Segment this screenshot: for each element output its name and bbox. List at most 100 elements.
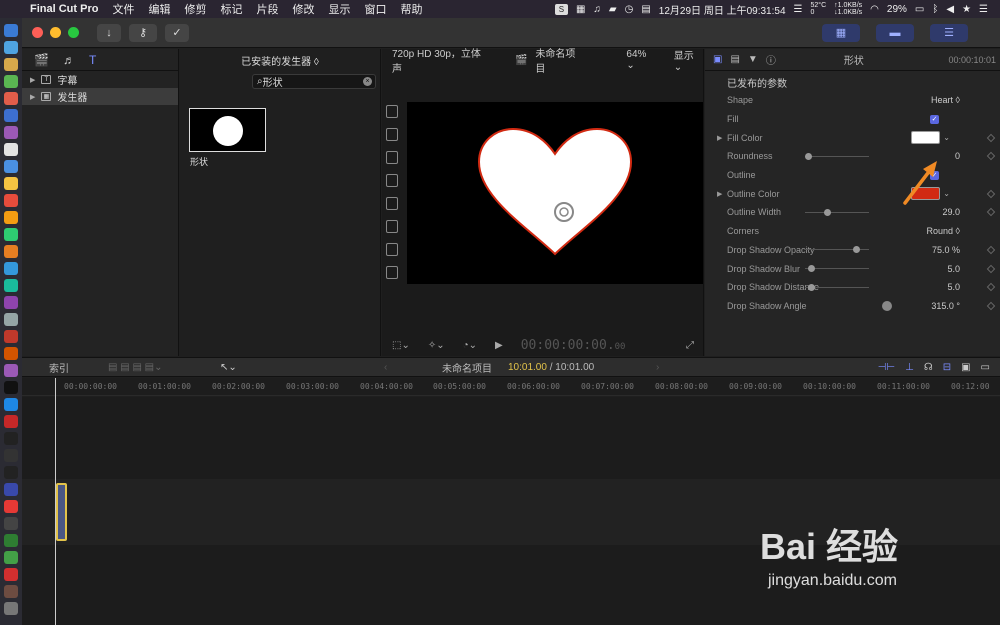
shadow-blur-slider[interactable] [805, 265, 869, 273]
dock-app-icon[interactable] [4, 415, 18, 428]
menu-view[interactable]: 显示 [328, 1, 350, 17]
select-tool-icon[interactable]: ↖⌄ [220, 362, 237, 373]
dock-app-icon[interactable] [4, 466, 18, 479]
dock-app-icon[interactable] [4, 143, 18, 156]
forward-icon[interactable]: › [656, 362, 659, 373]
keyframe-icon[interactable] [986, 152, 996, 161]
viewer-canvas[interactable] [407, 102, 703, 284]
calendar-icon[interactable]: ▤ [641, 4, 650, 15]
dock-notes-icon[interactable] [4, 177, 18, 190]
search-field[interactable]: ⌕ 形状 × [252, 74, 376, 89]
back-icon[interactable]: ‹ [384, 362, 387, 373]
enhance-menu-icon[interactable]: ✧⌄ [428, 340, 445, 351]
browser-title[interactable]: 已安装的发生器 ◊ [180, 49, 380, 71]
dock-app-icon[interactable] [4, 517, 18, 530]
dock-app-icon[interactable] [4, 568, 18, 581]
slider-knob[interactable] [805, 152, 812, 160]
disclosure-triangle-icon[interactable]: ▶ [30, 76, 35, 84]
menu-help[interactable]: 帮助 [400, 1, 422, 17]
keywords-button[interactable]: ⚷ [129, 23, 157, 42]
search-input[interactable]: 形状 [263, 74, 283, 89]
menu-edit[interactable]: 编辑 [148, 1, 170, 17]
roundness-slider[interactable] [805, 152, 869, 160]
zoom-menu[interactable]: 64% ⌄ [626, 49, 655, 71]
generator-inspector-icon[interactable]: ▣ [713, 54, 722, 65]
battery-icon[interactable]: ▭ [915, 4, 924, 15]
dock-app-icon[interactable] [4, 313, 18, 326]
clip-appearance-icon[interactable]: ▣ [961, 362, 970, 373]
music-photos-icon[interactable]: ♬ [63, 53, 75, 67]
status-grid-icon[interactable]: ▦ [576, 4, 585, 15]
dock-app-icon[interactable] [4, 211, 18, 224]
disclosure-triangle-icon[interactable]: ▶ [717, 134, 722, 142]
angle-dial[interactable] [882, 300, 892, 311]
skimming-icon[interactable]: ⊣⊢ [878, 362, 895, 373]
keyframe-icon[interactable] [986, 133, 996, 142]
list-icon[interactable]: ☰ [794, 4, 803, 15]
fill-checkbox[interactable]: ✓ [930, 114, 939, 124]
transform-menu-icon[interactable]: ⬚⌄ [392, 340, 410, 351]
dock-app-icon[interactable] [4, 262, 18, 275]
dock-terminal-icon[interactable] [4, 432, 18, 445]
shadow-opacity-value[interactable]: 75.0 % [932, 245, 960, 255]
show-timeline-button[interactable]: ▬ [876, 23, 914, 42]
fill-color-swatch[interactable] [911, 131, 940, 145]
sidebar-item-generators[interactable]: ▶ ▦ 发生器 [22, 88, 178, 105]
keyframe-icon[interactable] [986, 189, 996, 199]
snapping-icon[interactable]: ⊥ [905, 362, 914, 373]
import-button[interactable]: ↓ [97, 23, 121, 42]
star-icon[interactable]: ★ [962, 4, 971, 15]
dock-app-icon[interactable] [4, 58, 18, 71]
dock-yandex-icon[interactable] [4, 500, 18, 513]
slider-knob[interactable] [823, 208, 831, 216]
dock-app-icon[interactable] [4, 109, 18, 122]
roundness-value[interactable]: 0 [955, 151, 960, 161]
show-browser-button[interactable]: ▦ [822, 23, 860, 42]
minimize-window-button[interactable] [50, 27, 61, 38]
shadow-opacity-slider[interactable] [805, 246, 869, 254]
music-icon[interactable]: ♫ [593, 4, 601, 15]
slider-knob[interactable] [808, 265, 816, 273]
solo-icon[interactable]: ⊟ [943, 362, 951, 373]
fullscreen-icon[interactable]: ⤢ [686, 340, 694, 351]
keyframe-icon[interactable] [986, 208, 996, 217]
timeline-ruler[interactable]: 00:00:00:00 00:01:00:00 00:02:00:00 00:0… [22, 378, 1000, 396]
shadow-distance-slider[interactable] [805, 283, 869, 291]
dock-app-icon[interactable] [4, 296, 18, 309]
retime-menu-icon[interactable]: ◔⌄ [463, 340, 477, 351]
volume-icon[interactable]: ◀ [946, 4, 954, 15]
dock-app-icon[interactable] [4, 534, 18, 547]
effects-browser-icon[interactable]: ▭ [981, 362, 990, 373]
keyframe-icon[interactable] [986, 301, 996, 311]
dock-chrome-icon[interactable] [4, 92, 18, 105]
dock-finalcut-icon[interactable] [4, 585, 18, 598]
keyframe-icon[interactable] [986, 264, 996, 273]
chevron-down-icon[interactable]: ⌄ [943, 189, 950, 198]
info-inspector-icon[interactable]: ⓘ [766, 52, 776, 67]
datetime[interactable]: 12月29日 周日 上午09:31:54 [659, 2, 786, 17]
menu-clip[interactable]: 片段 [256, 1, 278, 17]
sidebar-item-titles[interactable]: ▶ T 字幕 [22, 71, 178, 88]
disclosure-triangle-icon[interactable]: ▶ [717, 190, 722, 198]
clear-search-icon[interactable]: × [363, 77, 372, 86]
dock-app-icon[interactable] [4, 330, 18, 343]
menu-mark[interactable]: 标记 [220, 1, 242, 17]
dock-app-icon[interactable] [4, 228, 18, 241]
titles-generators-icon[interactable]: T [89, 53, 96, 67]
slider-knob[interactable] [808, 283, 816, 291]
dock-wechat-icon[interactable] [4, 551, 18, 564]
chevron-down-icon[interactable]: ⌄ [943, 133, 950, 142]
dock-calendar-icon[interactable] [4, 194, 18, 207]
keyframe-icon[interactable] [986, 245, 996, 255]
film-inspector-icon[interactable]: ▤ [730, 54, 739, 65]
dock-appstore-icon[interactable] [4, 398, 18, 411]
play-button[interactable]: ▶ [495, 340, 503, 351]
dock-finder-icon[interactable] [4, 24, 18, 37]
clock-icon[interactable]: ◷ [625, 4, 634, 15]
dock-appletv-icon[interactable] [4, 381, 18, 394]
dock-app-icon[interactable] [4, 160, 18, 173]
index-button[interactable]: 索引 [49, 360, 69, 375]
menu-trim[interactable]: 修剪 [184, 1, 206, 17]
menu-modify[interactable]: 修改 [292, 1, 314, 17]
clapper-icon[interactable]: 🎬 [34, 53, 49, 67]
